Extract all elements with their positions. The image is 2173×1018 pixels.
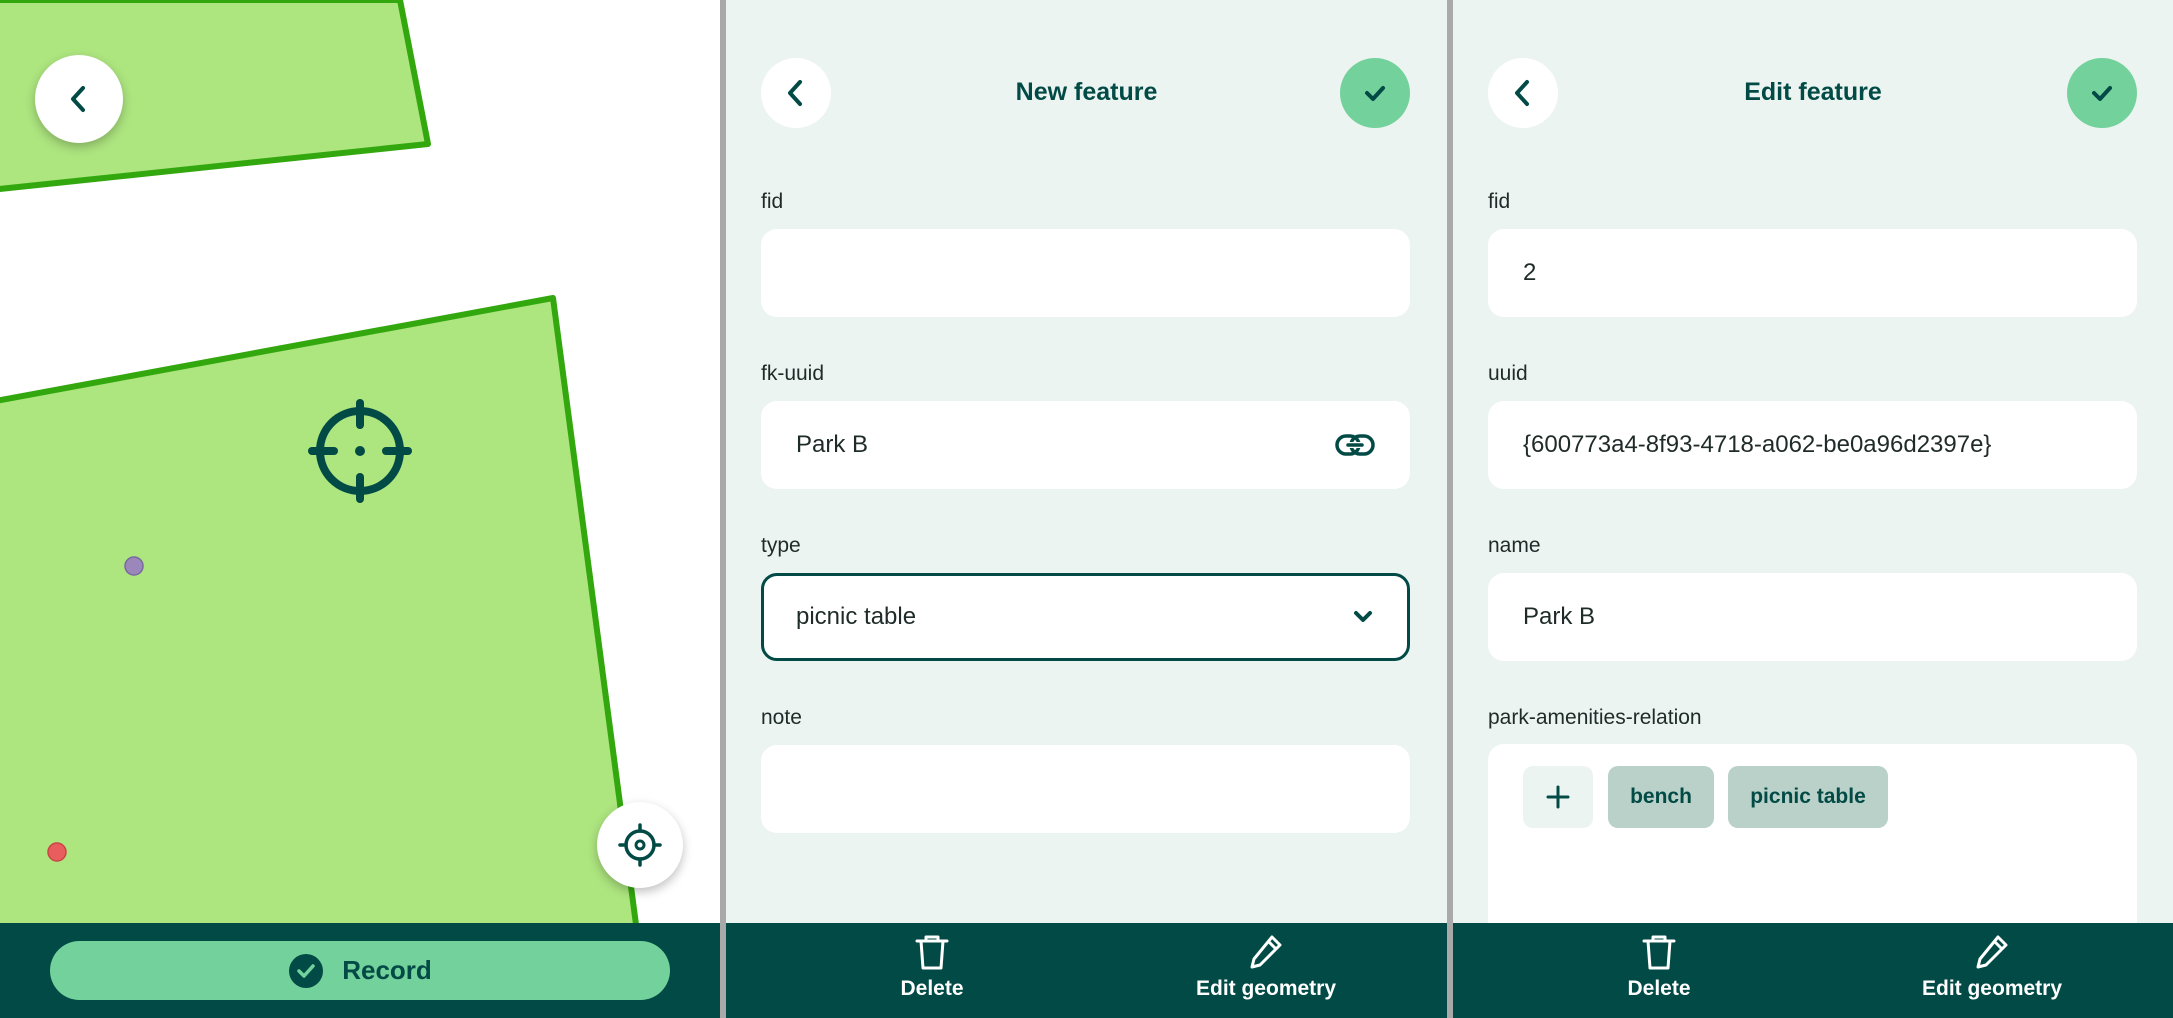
record-label: Record [342,955,432,985]
type-select[interactable]: picnic table [761,573,1410,661]
edit-geometry-button[interactable]: Edit geometry [1166,933,1366,1001]
plus-icon [1546,785,1570,809]
fid-field[interactable] [761,229,1410,317]
pencil-icon [1250,935,1282,969]
fid-label: fid [1488,190,1511,213]
page-title: Edit feature [1744,78,1882,106]
name-field[interactable]: Park B [1488,573,2137,661]
delete-button[interactable]: Delete [857,933,1007,1001]
chevron-down-icon [1354,611,1372,622]
note-label: note [761,706,802,729]
record-button[interactable]: Record [50,941,670,1000]
edit-geometry-label: Edit geometry [1195,977,1337,1000]
add-relation-button[interactable] [1523,766,1593,828]
uuid-field[interactable]: {600773a4-8f93-4718-a062-be0a96d2397e} [1488,401,2137,489]
check-icon [1365,86,1385,101]
uuid-label: uuid [1488,362,1528,385]
type-value: picnic table [796,603,917,630]
type-label: type [761,534,801,557]
relation-chip-bench[interactable]: bench [1608,766,1714,828]
trash-icon [1642,935,1676,970]
map-screen: Record [0,0,720,1018]
name-label: name [1488,534,1541,557]
relation-label: park-amenities-relation [1488,706,1702,729]
link-icon [1335,434,1375,456]
fid-label: fid [761,190,784,213]
gps-button[interactable] [597,802,683,888]
gps-target-icon [618,823,662,867]
save-button[interactable] [2067,58,2137,128]
fid-field[interactable]: 2 [1488,229,2137,317]
point-feature-red[interactable] [47,842,67,862]
chevron-left-icon [71,86,85,112]
map-back-button[interactable] [35,55,123,143]
edit-geometry-label: Edit geometry [1921,977,2063,1000]
trash-icon [915,935,949,970]
app-screens: Record New feature fid fk-uuid Park B ty… [0,0,2173,1018]
relation-editor: bench picnic table [1488,744,2137,944]
fk-uuid-field[interactable]: Park B [761,401,1410,489]
note-field[interactable] [761,745,1410,833]
polygon-feature-park[interactable] [0,295,652,1018]
point-feature-purple[interactable] [124,556,144,576]
page-title: New feature [1015,78,1158,106]
check-icon [2092,86,2112,101]
link-button[interactable] [1335,433,1375,457]
check-circle-icon [289,953,324,988]
delete-label: Delete [900,977,964,1000]
pencil-icon [1976,935,2008,969]
fk-uuid-value: Park B [796,431,869,458]
relation-chip-picnic-table[interactable]: picnic table [1728,766,1888,828]
new-feature-screen: New feature fid fk-uuid Park B type picn… [726,0,1447,1018]
save-button[interactable] [1340,58,1410,128]
delete-button[interactable]: Delete [1584,933,1734,1001]
delete-label: Delete [1627,977,1691,1000]
edit-geometry-button[interactable]: Edit geometry [1892,933,2092,1001]
fk-uuid-label: fk-uuid [761,362,825,385]
edit-feature-screen: Edit feature fid 2 uuid {600773a4-8f93-4… [1453,0,2173,1018]
